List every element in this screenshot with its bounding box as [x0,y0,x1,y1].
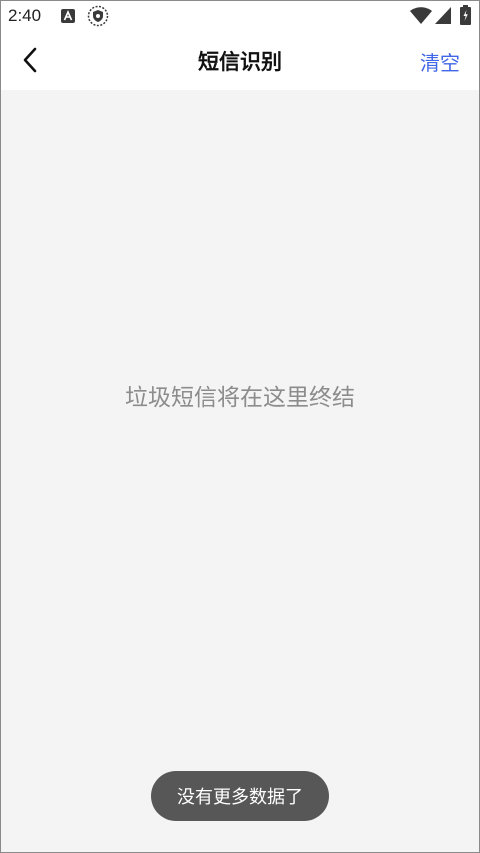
page-title: 短信识别 [198,50,282,74]
wifi-icon [410,7,432,29]
notification-a-icon [61,8,75,27]
battery-icon [460,5,471,29]
shield-icon [87,5,109,31]
status-time: 2:40 [8,6,42,25]
empty-state-message: 垃圾短信将在这里终结 [125,385,355,411]
top-nav-bar: 短信识别 清空 [0,34,480,90]
signal-icon [435,7,451,28]
status-bar: 2:40 [0,0,480,34]
clear-button[interactable]: 清空 [420,47,460,76]
toast-message: 没有更多数据了 [151,771,329,821]
device-frame-border [0,0,480,853]
toast-text: 没有更多数据了 [177,787,303,808]
